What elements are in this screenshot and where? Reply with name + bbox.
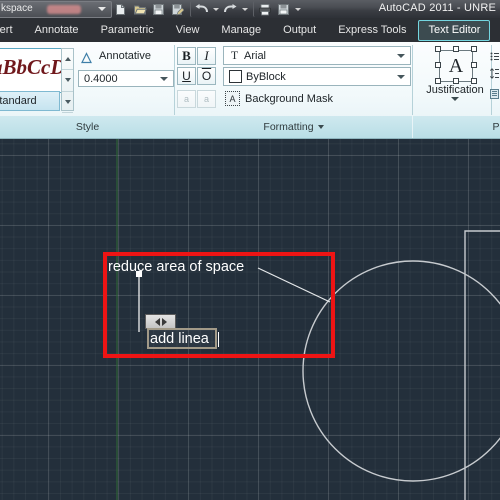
save-as-icon[interactable]: [169, 1, 186, 17]
save-icon[interactable]: [150, 1, 167, 17]
bullets-list-icon[interactable]: [490, 48, 499, 61]
panel-title-paragraph: P: [492, 116, 500, 138]
bold-button[interactable]: B: [177, 47, 196, 65]
subscript-button[interactable]: a: [197, 90, 216, 108]
grip-icon: [453, 46, 459, 52]
panel-title-style-label: Style: [75, 121, 100, 133]
paragraph-dialog-icon[interactable]: [490, 86, 499, 99]
annotative-label: Annotative: [99, 50, 151, 62]
grip-icon: [471, 46, 477, 52]
mtext-edit-value: add linea: [150, 331, 209, 347]
workspace-switcher[interactable]: kspace: [0, 1, 112, 18]
undo-icon[interactable]: [190, 1, 210, 17]
annotative-icon: [80, 51, 92, 63]
background-mask-button[interactable]: A Background Mask: [225, 91, 333, 106]
sheetset-icon[interactable]: [275, 1, 292, 17]
style-gallery-scroll[interactable]: [61, 48, 74, 113]
justification-label: Justification: [426, 84, 484, 96]
text-height-combo[interactable]: 0.4000: [78, 70, 174, 87]
panel-title-paragraph-label: P: [492, 121, 500, 133]
color-combo[interactable]: ByBlock: [223, 67, 411, 86]
overline-label: O: [201, 69, 212, 83]
tab-annotate[interactable]: Annotate: [25, 20, 89, 41]
arrow-right-icon[interactable]: [161, 317, 167, 326]
bold-label: B: [182, 48, 191, 63]
tab-manage[interactable]: Manage: [211, 20, 271, 41]
underline-button[interactable]: U: [177, 67, 196, 85]
color-swatch-icon: [229, 70, 242, 83]
redo-dropdown-icon[interactable]: [241, 1, 249, 17]
subscript-label: a: [203, 94, 209, 104]
background-mask-label: Background Mask: [245, 92, 334, 105]
color-value: ByBlock: [246, 70, 286, 83]
title-bar: kspace AutoCAD 2011 - UNRE: [0, 0, 500, 19]
panel-style: aBbCcD Standard Annotative 0.4000: [0, 42, 175, 138]
underline-label: U: [182, 69, 191, 83]
panel-title-justification: .: [413, 116, 492, 138]
panel-title-formatting[interactable]: Formatting: [175, 116, 412, 138]
plot-icon[interactable]: [253, 1, 273, 17]
redo-icon[interactable]: [222, 1, 239, 17]
style-scroll-down-icon[interactable]: [62, 70, 73, 92]
tab-express-tools[interactable]: Express Tools: [328, 20, 416, 41]
chevron-down-icon[interactable]: [317, 125, 324, 129]
panel-paragraph: P: [489, 42, 500, 138]
ribbon-tab-bar: Insert Annotate Parametric View Manage O…: [0, 18, 500, 43]
quick-access-toolbar: [112, 1, 302, 17]
annotative-toggle[interactable]: Annotative: [80, 50, 151, 63]
chevron-down-icon[interactable]: [397, 74, 405, 79]
superscript-label: a: [183, 94, 189, 104]
grip-icon: [471, 62, 477, 68]
justification-icon-letter: A: [448, 54, 464, 77]
panel-title-style: Style: [0, 116, 175, 138]
tab-output[interactable]: Output: [273, 20, 326, 41]
text-height-value: 0.4000: [84, 72, 118, 85]
annotation-text[interactable]: reduce area of space: [108, 259, 244, 275]
rectangle-entity: [464, 230, 500, 500]
workspace-highlight: [47, 5, 81, 14]
chevron-down-icon[interactable]: [451, 97, 459, 101]
ribbon-panel-area: aBbCcD Standard Annotative 0.4000: [0, 42, 500, 139]
font-name-value: Arial: [244, 49, 267, 62]
font-combo[interactable]: T Arial: [223, 46, 411, 65]
grip-icon: [435, 46, 441, 52]
panel-formatting: B I U O a a T Arial ByBlock A Background…: [175, 42, 412, 138]
chevron-down-icon[interactable]: [160, 76, 168, 81]
line-spacing-icon[interactable]: [489, 66, 499, 79]
panel-justification: A Justification .: [413, 42, 492, 138]
tab-parametric[interactable]: Parametric: [91, 20, 164, 41]
mtext-width-adjust-widget[interactable]: [145, 314, 176, 329]
application-title: AutoCAD 2011 - UNRE: [378, 2, 496, 14]
new-icon[interactable]: [112, 1, 129, 17]
text-style-preview[interactable]: aBbCcD: [0, 48, 62, 93]
background-mask-icon: A: [225, 91, 240, 106]
drawing-canvas[interactable]: reduce area of space add linea: [0, 139, 500, 500]
arrow-left-icon[interactable]: [154, 317, 160, 326]
mtext-edit-box[interactable]: add linea: [147, 328, 219, 349]
style-gallery-expand-icon[interactable]: [62, 92, 73, 113]
italic-label: I: [204, 48, 209, 63]
open-icon[interactable]: [131, 1, 148, 17]
font-icon: T: [230, 48, 239, 62]
undo-dropdown-icon[interactable]: [212, 1, 220, 17]
overline-button[interactable]: O: [197, 67, 216, 85]
grip-icon: [435, 62, 441, 68]
tab-insert[interactable]: Insert: [0, 20, 23, 41]
italic-button[interactable]: I: [197, 47, 216, 65]
tab-view[interactable]: View: [166, 20, 210, 41]
chevron-down-icon[interactable]: [397, 53, 405, 58]
superscript-button[interactable]: a: [177, 90, 196, 108]
panel-title-formatting-label: Formatting: [263, 121, 314, 133]
autocad-window: kspace AutoCAD 2011 - UNRE ert Annotate …: [0, 0, 500, 500]
text-caret: [218, 332, 219, 347]
text-style-preview-label: aBbCcD: [0, 55, 62, 79]
qat-customize-dropdown-icon[interactable]: [294, 1, 302, 17]
text-style-name[interactable]: Standard: [0, 91, 60, 111]
style-scroll-up-icon[interactable]: [62, 49, 73, 71]
tab-text-editor[interactable]: Text Editor: [418, 19, 491, 41]
workspace-value: kspace: [1, 3, 33, 14]
chevron-down-icon[interactable]: [98, 7, 106, 11]
